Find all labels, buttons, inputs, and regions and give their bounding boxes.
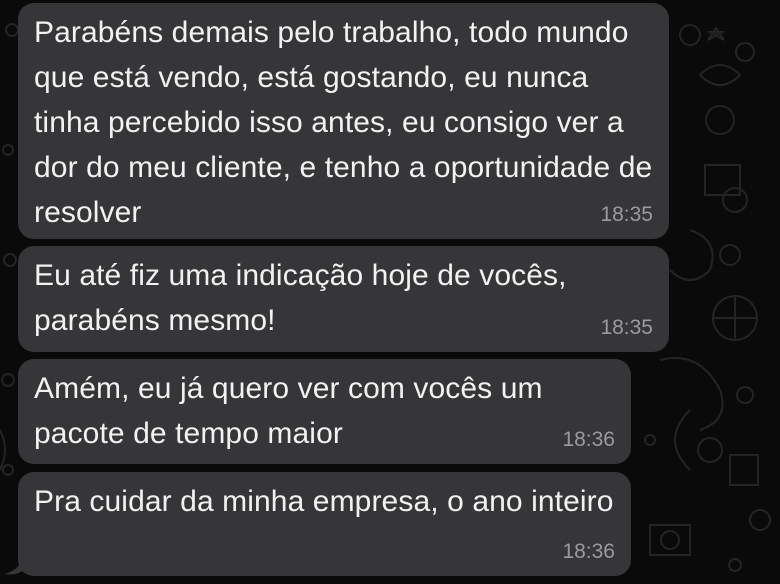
chat-view: Parabéns demais pelo trabalho, todo mund…: [0, 0, 780, 584]
message-text: Parabéns demais pelo trabalho, todo mund…: [34, 16, 653, 229]
message-text: Amém, eu já quero ver com vocês um pacot…: [34, 372, 543, 450]
message-bubble-3[interactable]: Amém, eu já quero ver com vocês um pacot…: [18, 359, 631, 464]
message-bubble-2[interactable]: Eu até fiz uma indicação hoje de vocês, …: [18, 246, 669, 352]
message-timestamp: 18:36: [562, 428, 615, 451]
message-bubble-4[interactable]: Pra cuidar da minha empresa, o ano intei…: [18, 472, 631, 576]
message-timestamp: 18:35: [600, 203, 653, 226]
message-timestamp: 18:35: [600, 316, 653, 339]
message-bubble-1[interactable]: Parabéns demais pelo trabalho, todo mund…: [18, 3, 669, 239]
message-text: Pra cuidar da minha empresa, o ano intei…: [34, 485, 614, 518]
bubble-tail: [4, 552, 24, 575]
message-text: Eu até fiz uma indicação hoje de vocês, …: [34, 259, 567, 337]
message-timestamp: 18:36: [562, 540, 615, 563]
